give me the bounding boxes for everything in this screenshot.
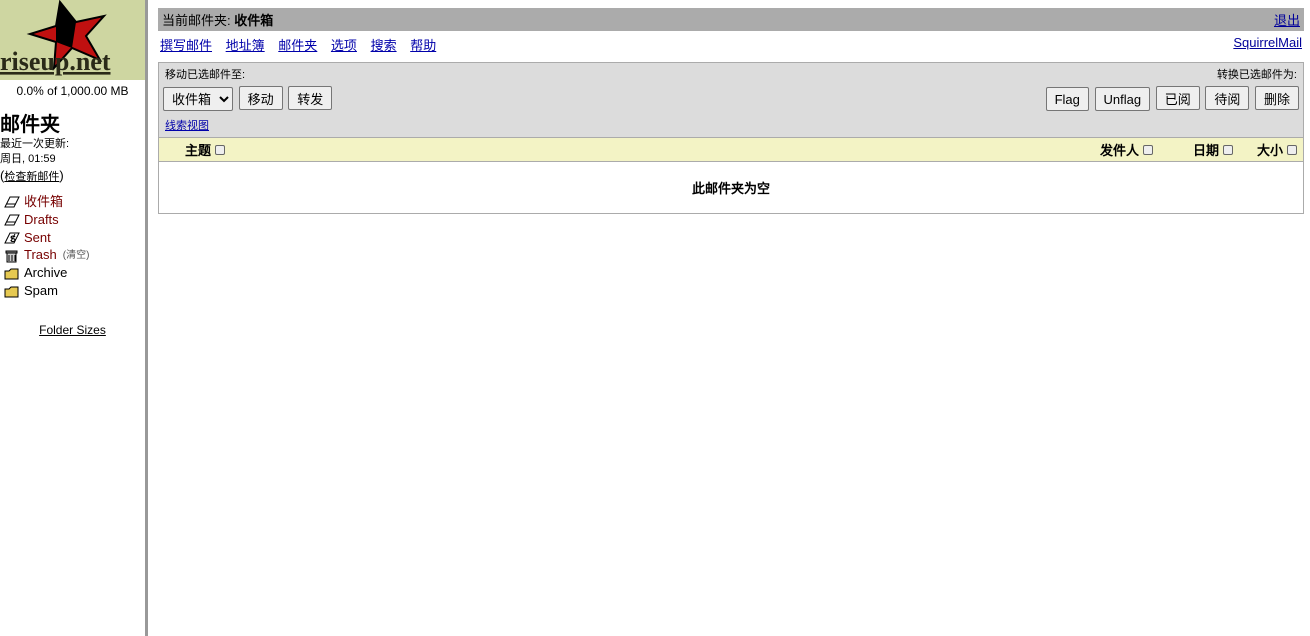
signout-link[interactable]: 退出 [1274, 13, 1300, 28]
check-mail-link[interactable]: 检查新邮件 [4, 171, 59, 183]
col-date[interactable]: 日期 [1163, 140, 1233, 159]
menu-help[interactable]: 帮助 [410, 38, 436, 53]
folder-inbox[interactable]: 收件箱 [4, 194, 145, 211]
folders-heading: 邮件夹 [0, 102, 145, 137]
titlebar-left: 当前邮件夹: 收件箱 [162, 10, 273, 29]
menu-compose[interactable]: 撰写邮件 [160, 38, 212, 53]
toolbar-left-controls: 收件箱 移动 转发 [163, 86, 332, 111]
col-from[interactable]: 发件人 [883, 140, 1163, 159]
toolbar-right-controls: Flag Unflag 已阅 待阅 删除 [1044, 86, 1299, 111]
folder-spam-label[interactable]: Spam [24, 283, 58, 300]
trash-purge[interactable]: (清空) [63, 249, 90, 262]
empty-folder-text: 此邮件夹为空 [159, 162, 1303, 213]
unflag-button[interactable]: Unflag [1095, 87, 1151, 111]
svg-text:S: S [10, 234, 16, 244]
main: 当前邮件夹: 收件箱 退出 撰写邮件 地址簿 邮件夹 选项 搜索 帮助 Squi… [148, 0, 1310, 636]
folder-sent[interactable]: S Sent [4, 230, 145, 247]
menubar-right: SquirrelMail [1233, 35, 1302, 54]
menu-folders[interactable]: 邮件夹 [278, 38, 317, 53]
inbox-icon [4, 195, 20, 209]
brand-logo: riseup.net [0, 0, 148, 80]
transform-label: 转换已选邮件为: [1217, 66, 1297, 82]
thread-view-link[interactable]: 线索视图 [165, 120, 209, 132]
last-refresh-label: 最近一次更新: [0, 137, 145, 152]
folder-drafts[interactable]: Drafts [4, 212, 145, 229]
move-button[interactable]: 移动 [239, 86, 283, 110]
folder-trash-label[interactable]: Trash [24, 247, 57, 264]
quota-text: 0.0% of 1,000.00 MB [0, 80, 145, 102]
col-size[interactable]: 大小 [1233, 140, 1303, 159]
folder-icon [4, 285, 20, 299]
unread-button[interactable]: 待阅 [1205, 86, 1249, 110]
col-subject[interactable]: 主题 [185, 140, 883, 159]
brand-text: riseup.net [0, 47, 111, 76]
move-target-select[interactable]: 收件箱 [163, 87, 233, 111]
sidebar: riseup.net 0.0% of 1,000.00 MB 邮件夹 最近一次更… [0, 0, 148, 636]
read-button[interactable]: 已阅 [1156, 86, 1200, 110]
folder-archive[interactable]: Archive [4, 265, 145, 282]
sent-icon: S [4, 231, 20, 245]
trash-icon [4, 249, 20, 263]
folder-sent-label[interactable]: Sent [24, 230, 51, 247]
menu-addresses[interactable]: 地址簿 [226, 38, 265, 53]
folder-icon [4, 267, 20, 281]
last-refresh-value: 周日, 01:59 [0, 152, 145, 167]
folder-inbox-label[interactable]: 收件箱 [24, 194, 63, 211]
check-mail-wrap: (检查新邮件) [0, 168, 145, 184]
sort-toggle-icon[interactable] [1287, 145, 1297, 155]
sort-toggle-icon[interactable] [215, 145, 225, 155]
toolbar: 移动已选邮件至: 转换已选邮件为: 收件箱 移动 转发 Flag Unflag … [158, 62, 1304, 138]
message-list: 此邮件夹为空 [158, 162, 1304, 214]
menu-search[interactable]: 搜索 [371, 38, 397, 53]
flag-button[interactable]: Flag [1046, 87, 1089, 111]
delete-button[interactable]: 删除 [1255, 86, 1299, 110]
folder-drafts-label[interactable]: Drafts [24, 212, 59, 229]
toolbar-top: 移动已选邮件至: 转换已选邮件为: [159, 63, 1303, 84]
move-label: 移动已选邮件至: [165, 66, 245, 82]
app-root: riseup.net 0.0% of 1,000.00 MB 邮件夹 最近一次更… [0, 0, 1310, 636]
column-headers: 主题 发件人 日期 大小 [158, 138, 1304, 162]
folder-trash[interactable]: Trash (清空) [4, 247, 145, 264]
thread-view-row: 线索视图 [159, 115, 1303, 137]
sort-toggle-icon[interactable] [1223, 145, 1233, 155]
drafts-icon [4, 213, 20, 227]
folder-archive-label[interactable]: Archive [24, 265, 67, 282]
folder-list: 收件箱 Drafts S Sent Trash (清空) Archive S [4, 194, 145, 300]
forward-button[interactable]: 转发 [288, 86, 332, 110]
titlebar-right: 退出 [1274, 10, 1300, 29]
folder-sizes-link[interactable]: Folder Sizes [39, 323, 106, 337]
toolbar-mid: 收件箱 移动 转发 Flag Unflag 已阅 待阅 删除 [159, 84, 1303, 115]
menubar: 撰写邮件 地址簿 邮件夹 选项 搜索 帮助 SquirrelMail [158, 31, 1304, 56]
current-folder-name: 收件箱 [234, 13, 273, 28]
menu-options[interactable]: 选项 [331, 38, 357, 53]
titlebar: 当前邮件夹: 收件箱 退出 [158, 8, 1304, 31]
menubar-left: 撰写邮件 地址簿 邮件夹 选项 搜索 帮助 [160, 35, 446, 54]
current-folder-prefix: 当前邮件夹: [162, 13, 234, 28]
folder-spam[interactable]: Spam [4, 283, 145, 300]
sort-toggle-icon[interactable] [1143, 145, 1153, 155]
brand-link[interactable]: SquirrelMail [1233, 35, 1302, 50]
folder-sizes: Folder Sizes [0, 322, 145, 337]
